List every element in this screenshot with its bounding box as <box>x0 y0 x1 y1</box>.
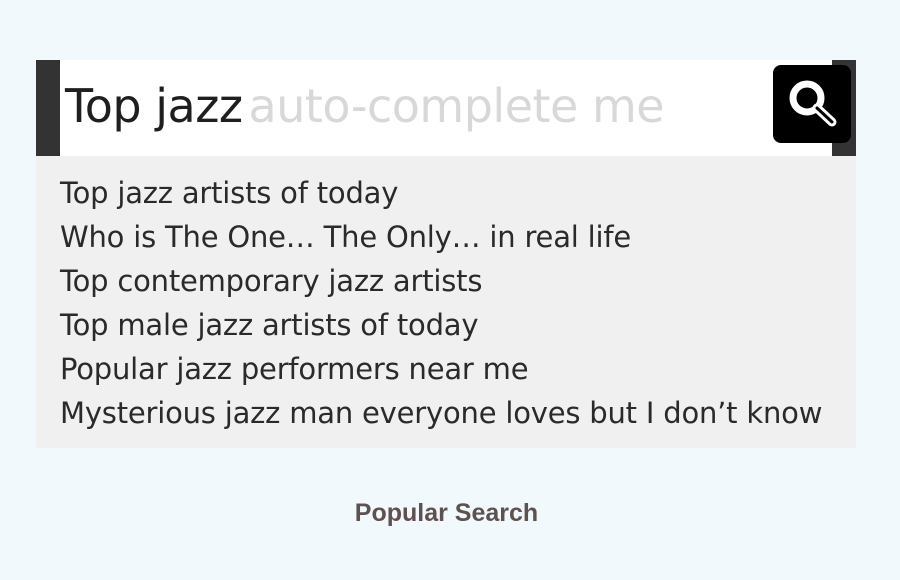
suggestion-item[interactable]: Top male jazz artists of today <box>60 305 479 345</box>
suggestion-item[interactable]: Who is The One… The Only… in real life <box>60 217 631 257</box>
search-query[interactable]: Top jazz auto-complete me <box>65 74 665 138</box>
suggestion-item[interactable]: Top jazz artists of today <box>60 173 398 213</box>
suggestion-item[interactable]: Mysterious jazz man everyone loves but I… <box>60 393 822 433</box>
search-icon <box>789 80 837 127</box>
typed-text: Top jazz <box>65 79 243 133</box>
search-box[interactable]: Top jazz auto-complete me <box>36 60 856 156</box>
suggestion-list: Top jazz artists of today Who is The One… <box>36 156 856 448</box>
suggestion-item[interactable]: Top contemporary jazz artists <box>60 261 482 301</box>
caption: Popular Search <box>354 499 539 527</box>
suggestion-item[interactable]: Popular jazz performers near me <box>60 349 529 389</box>
search-box-left-border <box>36 60 60 156</box>
autocomplete-ghost-text: auto-complete me <box>248 79 665 133</box>
search-button[interactable] <box>773 65 851 143</box>
search-input[interactable]: Top jazz auto-complete me <box>60 60 832 156</box>
